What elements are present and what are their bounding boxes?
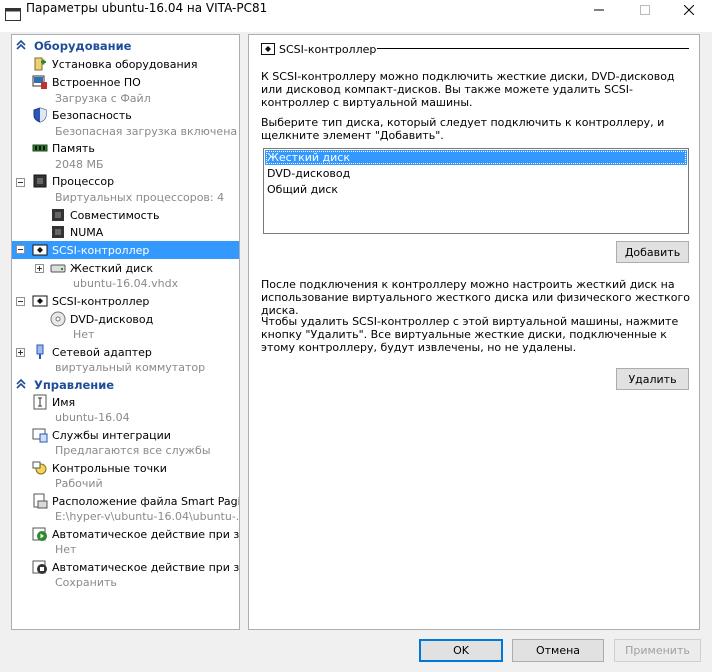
minimize-button[interactable] bbox=[576, 0, 622, 20]
integration-value: Предлагаются все службы bbox=[55, 444, 211, 457]
after-connect-text: После подключения к контроллеру можно на… bbox=[261, 278, 691, 317]
maximize-icon bbox=[640, 5, 650, 15]
memory-value: 2048 МБ bbox=[55, 158, 104, 171]
network-adapter-icon bbox=[36, 344, 44, 359]
firmware-label: Встроенное ПО bbox=[52, 76, 141, 89]
name-label: Имя bbox=[52, 396, 76, 409]
disk-type-listbox[interactable]: Жесткий диск DVD-дисковод Общий диск bbox=[263, 148, 689, 234]
compatibility-label: Совместимость bbox=[70, 209, 160, 222]
disk-type-option-shared-disk[interactable]: Общий диск bbox=[265, 182, 687, 197]
auto-start-label: Автоматическое действие при за... bbox=[52, 528, 240, 541]
header-divider bbox=[377, 48, 689, 49]
scsi2-collapse-toggle[interactable] bbox=[16, 297, 25, 306]
network-adapter-label: Сетевой адаптер bbox=[52, 346, 152, 359]
add-hardware-label: Установка оборудования bbox=[52, 58, 198, 71]
hardware-section-header[interactable]: Оборудование bbox=[12, 37, 239, 55]
auto-start-value: Нет bbox=[55, 543, 77, 556]
numa-label: NUMA bbox=[70, 226, 104, 239]
collapse-chevron-icon bbox=[16, 378, 26, 389]
hard-disk-icon bbox=[50, 264, 66, 273]
intro-text: К SCSI-контроллеру можно подключить жест… bbox=[261, 70, 675, 109]
management-section-header[interactable]: Управление bbox=[12, 376, 239, 394]
memory-label: Память bbox=[52, 142, 95, 155]
choose-disk-text: Выберите тип диска, который следует подк… bbox=[261, 116, 665, 142]
window-title: Параметры ubuntu-16.04 на VITA-PC81 bbox=[26, 1, 268, 15]
hdd-expand-toggle[interactable] bbox=[35, 264, 44, 273]
auto-stop-label: Автоматическое действие при за... bbox=[52, 561, 240, 574]
panel-header-title: SCSI-контроллер bbox=[279, 43, 377, 56]
disk-type-option-dvd-drive[interactable]: DVD-дисковод bbox=[265, 166, 687, 181]
remove-button[interactable]: Удалить bbox=[616, 368, 689, 390]
hard-disk-label: Жесткий диск bbox=[70, 262, 153, 275]
firmware-icon bbox=[32, 75, 47, 89]
checkpoints-value: Рабочий bbox=[55, 477, 103, 490]
processor-icon bbox=[33, 174, 47, 188]
network-adapter-value: виртуальный коммутатор bbox=[55, 361, 206, 374]
auto-stop-value: Сохранить bbox=[55, 576, 117, 589]
hardware-header-label: Оборудование bbox=[34, 39, 132, 53]
dvd-value: Нет bbox=[73, 328, 95, 341]
smart-paging-value: E:\hyper-v\ubuntu-16.04\ubuntu-... bbox=[55, 510, 240, 523]
processor-label: Процессор bbox=[52, 175, 115, 188]
settings-tree: Оборудование Установка оборудования Встр… bbox=[11, 34, 240, 630]
scsi1-label: SCSI-контроллер bbox=[52, 244, 150, 257]
scsi-controller-icon bbox=[32, 244, 48, 256]
numa-chip-icon bbox=[52, 226, 64, 238]
remove-info-text: Чтобы удалить SCSI-контроллер с этой вир… bbox=[261, 315, 679, 354]
processor-value: Виртуальных процессоров: 4 bbox=[55, 191, 225, 204]
name-value: ubuntu-16.04 bbox=[55, 411, 130, 424]
ok-button[interactable]: OK bbox=[419, 639, 503, 662]
compatibility-chip-icon bbox=[52, 209, 64, 221]
scsi-controller-icon bbox=[261, 43, 275, 55]
text-field-icon bbox=[33, 394, 47, 410]
close-icon bbox=[684, 5, 694, 15]
add-hardware-icon bbox=[34, 57, 46, 71]
integration-label: Службы интеграции bbox=[52, 429, 171, 442]
close-button[interactable] bbox=[666, 0, 712, 20]
scsi-controller-panel: SCSI-контроллер К SCSI-контроллеру можно… bbox=[248, 34, 700, 630]
smart-paging-label: Расположение файла Smart Paging bbox=[52, 495, 240, 508]
memory-chip-icon bbox=[32, 144, 48, 152]
management-header-label: Управление bbox=[34, 378, 115, 392]
auto-stop-icon bbox=[32, 560, 47, 574]
dvd-disc-icon bbox=[50, 311, 66, 327]
integration-services-icon bbox=[32, 428, 48, 443]
scsi-controller-icon bbox=[32, 295, 48, 307]
disk-type-option-hard-disk[interactable]: Жесткий диск bbox=[265, 150, 687, 165]
scsi2-label: SCSI-контроллер bbox=[52, 295, 150, 308]
processor-collapse-toggle[interactable] bbox=[16, 178, 25, 187]
smart-paging-icon bbox=[33, 493, 48, 509]
nic-expand-toggle[interactable] bbox=[16, 348, 25, 357]
title-bar: Параметры ubuntu-16.04 на VITA-PC81 bbox=[0, 0, 712, 32]
checkpoints-label: Контрольные точки bbox=[52, 462, 167, 475]
checkpoints-icon bbox=[32, 461, 47, 475]
hard-disk-value: ubuntu-16.04.vhdx bbox=[73, 277, 179, 290]
dvd-label: DVD-дисковод bbox=[70, 313, 154, 326]
scsi1-collapse-toggle[interactable] bbox=[16, 245, 25, 254]
firmware-value: Загрузка с Файл bbox=[55, 92, 151, 105]
minimize-icon bbox=[594, 9, 604, 11]
security-label: Безопасность bbox=[52, 109, 132, 122]
auto-start-icon bbox=[32, 527, 47, 541]
cancel-button[interactable]: Отмена bbox=[512, 639, 604, 662]
security-value: Безопасная загрузка включена bbox=[55, 125, 238, 138]
collapse-chevron-icon bbox=[16, 39, 26, 50]
settings-window-icon bbox=[5, 8, 21, 21]
add-button[interactable]: Добавить bbox=[616, 241, 689, 263]
maximize-button[interactable] bbox=[622, 0, 668, 20]
apply-button[interactable]: Применить bbox=[614, 639, 701, 662]
shield-icon bbox=[33, 107, 47, 123]
